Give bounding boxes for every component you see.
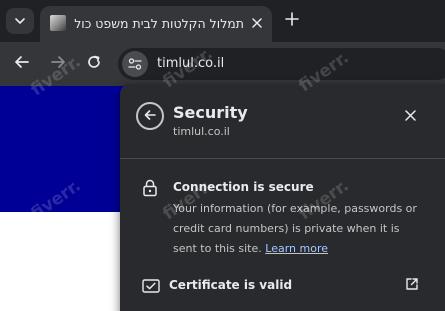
learn-more-link[interactable]: Learn more	[265, 242, 328, 255]
site-favicon-icon	[50, 15, 66, 31]
certificate-icon	[142, 278, 160, 293]
url-text: timlul.co.il	[157, 56, 225, 71]
connection-description: Your information (for example, passwords…	[173, 199, 423, 259]
arrow-left-icon	[143, 107, 157, 126]
tab-title: תמלול הקלטות לבית משפט כולל	[74, 16, 244, 31]
open-in-new-icon	[405, 276, 419, 295]
certificate-open-button[interactable]	[403, 276, 421, 294]
toolbar: timlul.co.il	[0, 42, 445, 86]
site-info-button[interactable]	[122, 51, 148, 77]
arrow-left-icon	[14, 54, 30, 74]
tab-strip: תמלול הקלטות לבית משפט כולל	[0, 0, 445, 42]
address-bar[interactable]: timlul.co.il	[118, 48, 445, 80]
arrow-right-icon	[50, 54, 66, 74]
certificate-label[interactable]: Certificate is valid	[169, 278, 292, 292]
new-tab-button[interactable]	[282, 10, 302, 30]
back-button[interactable]	[10, 52, 34, 76]
security-panel: Security timlul.co.il Connection is secu…	[120, 84, 445, 311]
panel-domain: timlul.co.il	[173, 125, 230, 138]
panel-divider	[120, 158, 445, 159]
reload-icon	[86, 54, 102, 74]
close-icon	[404, 106, 416, 125]
tab-close-button[interactable]	[247, 12, 267, 32]
reload-button[interactable]	[82, 52, 106, 76]
browser-tab[interactable]: תמלול הקלטות לבית משפט כולל	[40, 6, 272, 42]
panel-title: Security	[173, 103, 248, 122]
lock-icon	[142, 179, 158, 197]
panel-back-button[interactable]	[136, 102, 164, 130]
tune-icon	[128, 55, 142, 74]
plus-icon	[285, 11, 299, 30]
close-icon	[252, 13, 262, 32]
forward-button[interactable]	[46, 52, 70, 76]
tab-search-button[interactable]	[6, 8, 34, 34]
chevron-down-icon	[14, 12, 26, 31]
connection-heading: Connection is secure	[173, 180, 314, 194]
panel-close-button[interactable]	[400, 105, 420, 125]
